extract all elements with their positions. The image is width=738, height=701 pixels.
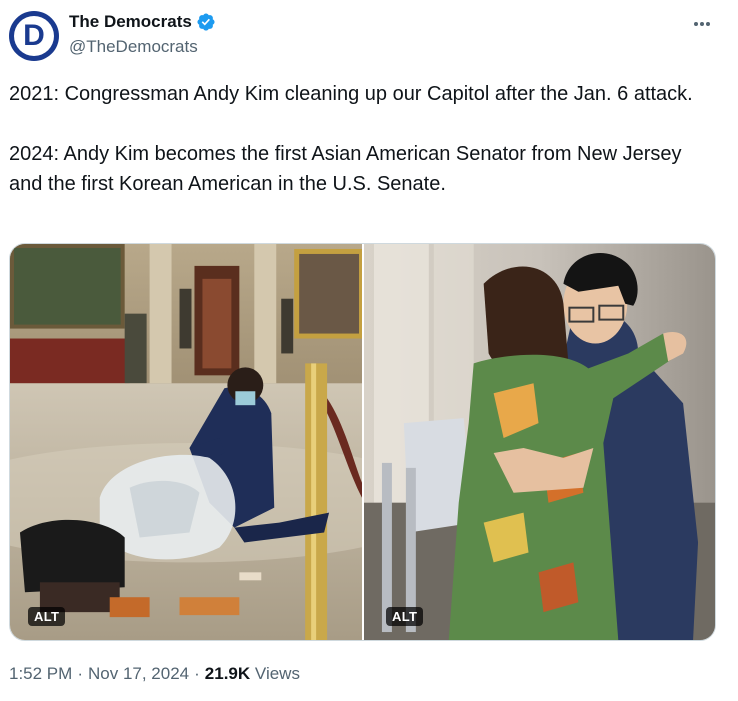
- tweet-meta: 1:52 PM · Nov 17, 2024 · 21.9K Views: [9, 664, 300, 684]
- democrats-logo-icon: D: [14, 16, 54, 56]
- alt-badge-2[interactable]: ALT: [386, 607, 424, 626]
- tweet-paragraph-1: 2021: Congressman Andy Kim cleaning up o…: [9, 83, 693, 105]
- display-name[interactable]: The Democrats: [69, 12, 192, 32]
- avatar-letter: D: [23, 19, 45, 52]
- alt-badge-1[interactable]: ALT: [28, 607, 66, 626]
- media-grid: ALT ALT: [9, 243, 716, 641]
- handle[interactable]: @TheDemocrats: [69, 37, 198, 57]
- photo-capitol-cleanup-illustration: [10, 244, 362, 640]
- meta-separator-1: ·: [77, 664, 83, 683]
- photo-hug[interactable]: ALT: [364, 244, 715, 640]
- more-horizontal-icon[interactable]: [690, 14, 714, 34]
- photo-hug-illustration: [364, 244, 715, 640]
- tweet: D The Democrats @TheDemocrats 2021: Cong…: [0, 0, 738, 701]
- verified-badge-icon: [197, 13, 215, 31]
- views-label: Views: [254, 664, 300, 683]
- views[interactable]: 21.9K Views: [205, 664, 300, 684]
- author-name-row: The Democrats: [69, 12, 216, 32]
- tweet-date[interactable]: Nov 17, 2024: [88, 664, 189, 684]
- photo-capitol-cleanup[interactable]: ALT: [10, 244, 362, 640]
- views-count: 21.9K: [204, 664, 251, 683]
- avatar[interactable]: D: [9, 11, 59, 61]
- tweet-text: 2021: Congressman Andy Kim cleaning up o…: [9, 79, 719, 199]
- meta-separator-2: ·: [194, 664, 200, 683]
- tweet-time[interactable]: 1:52 PM: [9, 664, 72, 684]
- tweet-paragraph-2: 2024: Andy Kim becomes the first Asian A…: [9, 143, 682, 195]
